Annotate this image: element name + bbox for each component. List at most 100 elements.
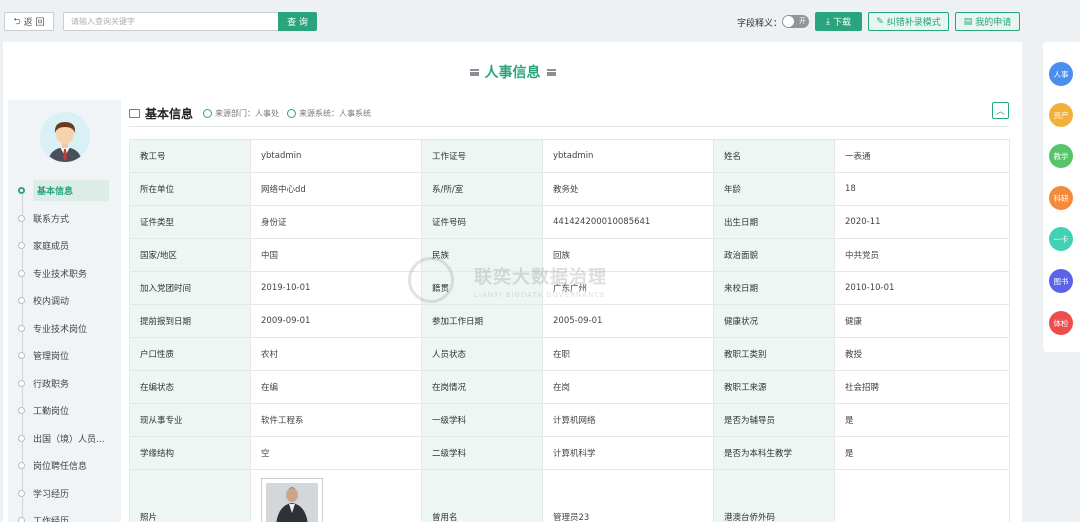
download-icon: ⤓ <box>826 16 830 27</box>
field-value: 在职 <box>542 337 714 371</box>
timeline-dot <box>18 214 25 222</box>
search-button[interactable]: 查 询 <box>278 12 317 31</box>
sidenav-item-worker-post[interactable]: 工勤岗位 <box>8 398 121 422</box>
field-label: 在岗情况 <box>421 370 543 404</box>
module-card-button[interactable]: 一卡 <box>1049 227 1073 251</box>
timeline-dot <box>18 406 25 414</box>
field-value: 健康 <box>834 304 1010 338</box>
page-title: 人事信息 <box>3 62 1022 82</box>
field-label: 是否为本科生教学 <box>713 436 835 470</box>
field-value: 身份证 <box>250 205 422 239</box>
field-value: ybtadmin <box>250 139 422 173</box>
field-label: 籍贯 <box>421 271 543 305</box>
field-label: 加入党团时间 <box>129 271 251 305</box>
back-button[interactable]: ⮌ 返 回 <box>4 12 54 31</box>
sidenav-item-appointment[interactable]: 岗位聘任信息 <box>8 453 121 477</box>
field-value: 教务处 <box>542 172 714 206</box>
module-library-button[interactable]: 图书 <box>1049 269 1073 293</box>
table-row: 国家/地区 中国 民族 回族 政治面貌 中共党员 <box>129 238 1010 272</box>
field-value: 2019-10-01 <box>250 271 422 305</box>
field-value: 教授 <box>834 337 1010 371</box>
field-label: 现从事专业 <box>129 403 251 437</box>
field-value: 计算机科学 <box>542 436 714 470</box>
field-label: 曾用名 <box>421 469 543 522</box>
field-value: 在编 <box>250 370 422 404</box>
field-label: 年龄 <box>713 172 835 206</box>
sidenav-item-education[interactable]: 学习经历 <box>8 481 121 505</box>
field-label: 来校日期 <box>713 271 835 305</box>
field-value: 441424200010085641 <box>542 205 714 239</box>
download-button[interactable]: ⤓ 下载 <box>815 12 862 31</box>
module-health-button[interactable]: 体检 <box>1049 311 1073 335</box>
timeline-dot <box>18 241 25 249</box>
field-value: 2010-10-01 <box>834 271 1010 305</box>
field-value: 网络中心dd <box>250 172 422 206</box>
sidenav-item-contact[interactable]: 联系方式 <box>8 206 121 230</box>
field-value: 广东广州 <box>542 271 714 305</box>
field-label: 出生日期 <box>713 205 835 239</box>
field-value <box>834 469 1010 522</box>
module-assets-button[interactable]: 资产 <box>1049 103 1073 127</box>
field-value: 管理员23 <box>542 469 714 522</box>
sidenav-item-family[interactable]: 家庭成员 <box>8 233 121 257</box>
field-value: 2005-09-01 <box>542 304 714 338</box>
my-applications-button[interactable]: ▤ 我的申请 <box>955 12 1020 31</box>
field-value: 2009-09-01 <box>250 304 422 338</box>
staff-photo[interactable] <box>261 478 323 522</box>
back-arrow-icon: ⮌ <box>13 16 21 27</box>
field-label: 一级学科 <box>421 403 543 437</box>
field-value: 在岗 <box>542 370 714 404</box>
field-label: 学缘结构 <box>129 436 251 470</box>
portrait-image <box>266 483 318 522</box>
field-definition-toggle[interactable]: 开 <box>782 15 809 28</box>
field-label: 姓名 <box>713 139 835 173</box>
field-label: 人员状态 <box>421 337 543 371</box>
sidenav-item-admin-duty[interactable]: 行政职务 <box>8 371 121 395</box>
sidenav-item-transfer[interactable]: 校内调动 <box>8 288 121 312</box>
field-value: ybtadmin <box>542 139 714 173</box>
sidenav-item-technical-post[interactable]: 专业技术岗位 <box>8 316 121 340</box>
edit-icon: ✎ <box>876 16 884 27</box>
field-value: 18 <box>834 172 1010 206</box>
module-research-button[interactable]: 科研 <box>1049 186 1073 210</box>
timeline-dot <box>18 269 25 277</box>
field-label: 教职工来源 <box>713 370 835 404</box>
field-value: 是 <box>834 403 1010 437</box>
module-teaching-button[interactable]: 教学 <box>1049 144 1073 168</box>
table-row: 所在单位 网络中心dd 系/所/室 教务处 年龄 18 <box>129 172 1010 206</box>
table-row: 户口性质 农村 人员状态 在职 教职工类别 教授 <box>129 337 1010 371</box>
title-decoration-icon <box>546 68 556 76</box>
field-value: 软件工程系 <box>250 403 422 437</box>
field-value: 中共党员 <box>834 238 1010 272</box>
table-row: 学缘结构空二级学科 计算机科学 是否为本科生教学是 <box>129 436 1010 470</box>
sidenav-item-management-post[interactable]: 管理岗位 <box>8 343 121 367</box>
info-card-icon <box>129 108 140 118</box>
timeline-dot <box>18 324 25 332</box>
module-quick-nav: 人事 资产 教学 科研 一卡 图书 体检 <box>1043 42 1080 352</box>
field-label: 国家/地区 <box>129 238 251 272</box>
collapse-button[interactable]: ︿ <box>992 102 1009 119</box>
correction-mode-button[interactable]: ✎ 纠错补录模式 <box>868 12 949 31</box>
sidenav-item-basic-info[interactable]: 基本信息 <box>8 178 121 202</box>
module-hr-button[interactable]: 人事 <box>1049 62 1073 86</box>
field-label: 系/所/室 <box>421 172 543 206</box>
table-row: 教工号 ybtadmin 工作证号 ybtadmin 姓名 一表通 <box>129 139 1010 173</box>
sidenav-item-technical-title[interactable]: 专业技术职务 <box>8 261 121 285</box>
field-label: 所在单位 <box>129 172 251 206</box>
sidenav-item-work-history[interactable]: 工作经历 <box>8 508 121 522</box>
field-label: 健康状况 <box>713 304 835 338</box>
field-value: 回族 <box>542 238 714 272</box>
field-definition-label: 字段释义： <box>737 19 783 29</box>
source-department: 来源部门：人事处 <box>203 108 279 119</box>
main-card: 人事信息 基本信息 联系方式 家庭成员 专业技术职务 校内调动 专业技术岗位 管… <box>3 42 1022 522</box>
table-row: 提前报到日期 2009-09-01 参加工作日期 2005-09-01 健康状况 健康 <box>129 304 1010 338</box>
timeline-dot <box>18 186 25 194</box>
search-input[interactable] <box>63 12 279 31</box>
timeline-dot <box>18 296 25 304</box>
field-label: 在编状态 <box>129 370 251 404</box>
field-value <box>250 469 422 522</box>
field-label: 提前报到日期 <box>129 304 251 338</box>
chevron-up-icon: ︿ <box>995 107 1005 117</box>
sidenav-item-overseas[interactable]: 出国（境）人员... <box>8 426 121 450</box>
field-label: 港澳台侨外码 <box>713 469 835 522</box>
